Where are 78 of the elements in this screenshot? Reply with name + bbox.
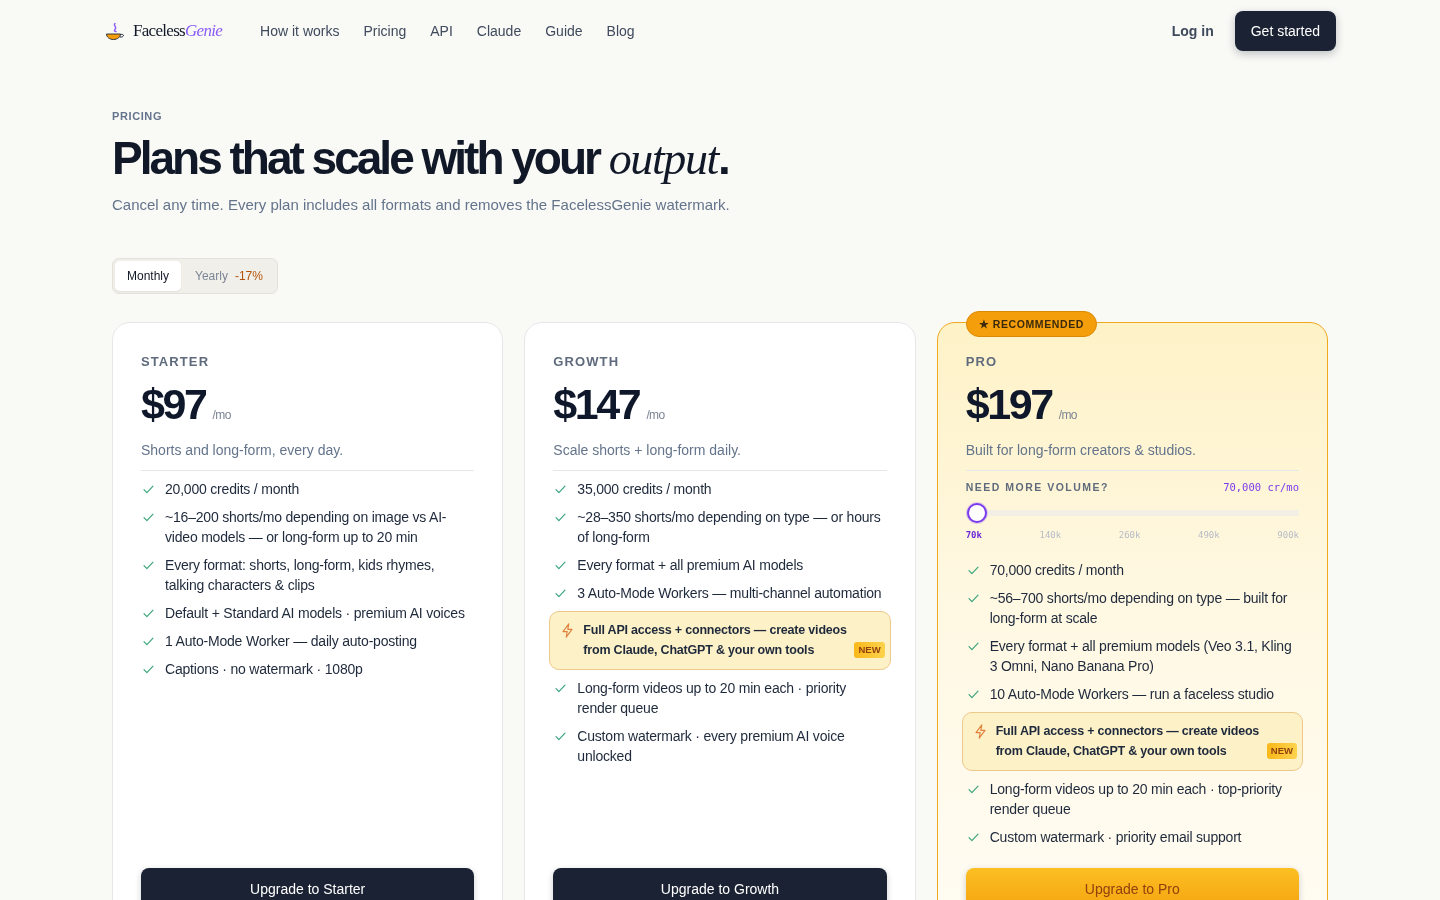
lightning-bolt-icon bbox=[974, 724, 986, 739]
check-icon bbox=[143, 561, 154, 570]
check-icon bbox=[143, 485, 154, 494]
nav-link[interactable]: How it works bbox=[260, 23, 340, 39]
brand-logo[interactable]: FacelessGenie bbox=[133, 21, 223, 41]
price-period: /mo bbox=[646, 408, 665, 422]
section-eyebrow: PRICING bbox=[112, 109, 163, 123]
plan-name: STARTER bbox=[141, 354, 210, 370]
nav-link[interactable]: Pricing bbox=[363, 23, 407, 39]
plan-description: Scale shorts + long-form daily. bbox=[553, 441, 741, 460]
feature-text: Long-form videos up to 20 min each · priority render queue bbox=[577, 679, 848, 718]
new-badge: NEW bbox=[1266, 743, 1297, 759]
slider-thumb[interactable] bbox=[966, 503, 987, 523]
feature-text: ~16–200 shorts/mo depending on image vs AI-video models — or long-form up to 20 min bbox=[165, 508, 448, 547]
check-icon bbox=[967, 642, 979, 651]
nav-link[interactable]: API bbox=[430, 23, 453, 39]
upgrade-button[interactable]: Upgrade to Pro bbox=[965, 868, 1299, 900]
feature-text: 20,000 credits / month bbox=[165, 480, 300, 499]
discount-label: -17% bbox=[234, 269, 263, 283]
check-icon bbox=[143, 665, 154, 674]
check-icon bbox=[967, 690, 979, 699]
new-badge: NEW bbox=[854, 642, 885, 658]
feature-text: Custom watermark · every premium AI voice unlocked bbox=[577, 727, 846, 766]
check-icon bbox=[555, 589, 567, 598]
check-icon bbox=[555, 684, 567, 693]
upgrade-button[interactable]: Upgrade to Growth bbox=[553, 868, 887, 900]
feature-text: ~56–700 shorts/mo depending on type — built for long-form at scale bbox=[989, 589, 1289, 628]
check-icon bbox=[967, 566, 979, 575]
volume-label: NEED MORE VOLUME? bbox=[965, 481, 1109, 493]
get-started-button[interactable]: Get started bbox=[1234, 11, 1336, 51]
plan-price: $97 bbox=[141, 379, 206, 429]
feature-text: Custom watermark · priority email support bbox=[989, 828, 1242, 847]
feature-text: 10 Auto-Mode Workers — run a faceless studio bbox=[989, 685, 1274, 704]
plan-description: Built for long-form creators & studios. bbox=[965, 441, 1196, 460]
steaming-cup-icon bbox=[106, 22, 125, 40]
feature-text: Captions · no watermark · 1080p bbox=[165, 660, 363, 679]
check-icon bbox=[143, 637, 154, 646]
feature-text: 35,000 credits / month bbox=[577, 480, 712, 499]
volume-reading: 70,000 cr/mo bbox=[1223, 481, 1299, 493]
feature-text: Default + Standard AI models · premium AI voices bbox=[165, 604, 465, 623]
feature-text: 1 Auto-Mode Worker — daily auto-posting bbox=[165, 632, 417, 651]
check-icon bbox=[555, 485, 567, 494]
feature-text: Every format: shorts, long-form, kids rhymes, talking characters & clips bbox=[165, 556, 436, 595]
plan-name: GROWTH bbox=[553, 354, 620, 370]
check-icon bbox=[967, 785, 979, 794]
check-icon bbox=[555, 513, 567, 522]
nav-link[interactable]: Guide bbox=[545, 23, 583, 39]
feature-text: 3 Auto-Mode Workers — multi-channel automation bbox=[577, 584, 882, 603]
feature-text: ~28–350 shorts/mo depending on type — or hours of long-form bbox=[577, 508, 882, 547]
volume-tick-label[interactable]: 70k bbox=[965, 530, 982, 540]
page-title: Plans that scale with your output. bbox=[112, 131, 728, 186]
plan-name: PRO bbox=[965, 354, 998, 370]
plan-description: Shorts and long-form, every day. bbox=[141, 441, 344, 460]
callout-text: Full API access + connectors — create videos from Claude, ChatGPT & your own tools bbox=[995, 723, 1261, 760]
nav-link[interactable]: Claude bbox=[476, 23, 522, 39]
feature-text: 70,000 credits / month bbox=[989, 561, 1124, 580]
check-icon bbox=[967, 833, 979, 842]
check-icon bbox=[967, 594, 979, 603]
page-subtitle: Cancel any time. Every plan includes all formats and removes the FacelessGenie watermark. bbox=[112, 195, 730, 215]
recommended-badge: ★ RECOMMENDED bbox=[965, 311, 1097, 337]
billing-option[interactable]: Yearly -17% bbox=[183, 261, 275, 291]
check-icon bbox=[143, 513, 154, 522]
check-icon bbox=[555, 732, 567, 741]
nav-link[interactable]: Blog bbox=[606, 23, 635, 39]
check-icon bbox=[143, 609, 154, 618]
check-icon bbox=[555, 561, 567, 570]
price-period: /mo bbox=[212, 408, 231, 422]
plan-price: $147 bbox=[553, 379, 640, 429]
feature-text: Long-form videos up to 20 min each · top-priority render queue bbox=[989, 780, 1283, 819]
login-link[interactable]: Log in bbox=[1171, 23, 1214, 39]
plan-price: $197 bbox=[965, 379, 1052, 429]
callout-text: Full API access + connectors — create videos from Claude, ChatGPT & your own tools bbox=[583, 622, 848, 659]
upgrade-button[interactable]: Upgrade to Starter bbox=[141, 868, 475, 900]
feature-text: Every format + all premium AI models bbox=[577, 556, 804, 575]
price-period: /mo bbox=[1058, 408, 1077, 422]
billing-option[interactable]: Monthly bbox=[115, 261, 182, 291]
lightning-bolt-icon bbox=[562, 623, 574, 638]
feature-text: Every format + all premium models (Veo 3.1, Kling 3 Omni, Nano Banana Pro) bbox=[989, 637, 1293, 676]
